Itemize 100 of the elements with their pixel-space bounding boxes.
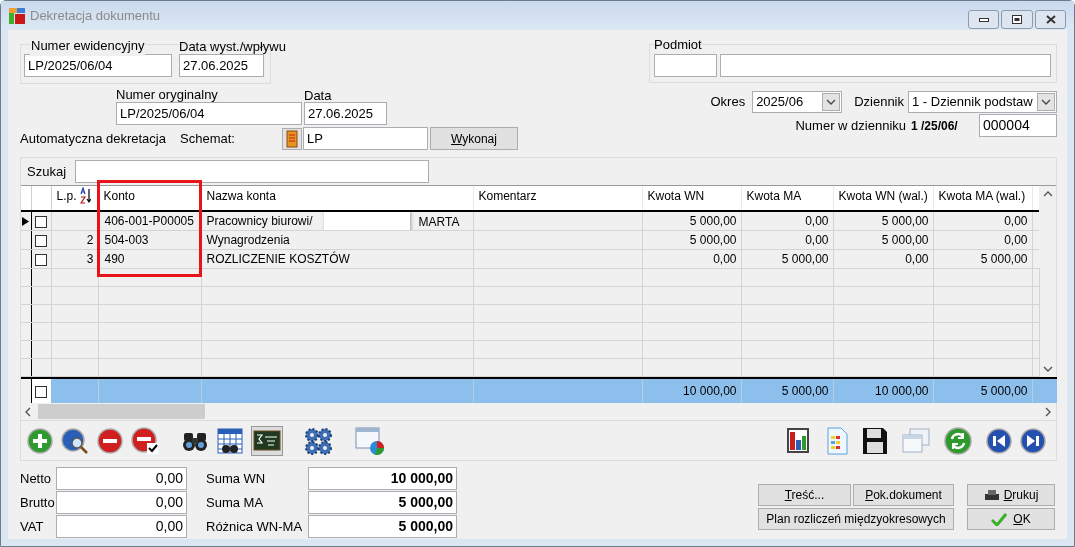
refresh-icon[interactable] <box>944 426 972 455</box>
amount: 5 000,00 <box>781 252 829 266</box>
text-field[interactable] <box>720 54 1051 77</box>
search-icon[interactable] <box>61 427 89 454</box>
checkmark-icon <box>991 512 1008 526</box>
row-number: 3 <box>86 252 94 266</box>
book-icon[interactable] <box>282 127 302 150</box>
dialog-button[interactable]: Treść... <box>758 484 851 506</box>
account-name: ROZLICZENIE KOSZTÓW <box>206 252 350 266</box>
scroll-right-icon[interactable] <box>1045 406 1051 417</box>
total-amount: 5 000,00 <box>781 384 829 398</box>
spreadsheet-icon[interactable] <box>826 426 848 455</box>
maximize-button[interactable] <box>1001 10 1033 29</box>
printer-icon <box>983 489 1000 501</box>
text-field[interactable] <box>654 54 717 77</box>
text-field[interactable]: LP/2025/06/04 <box>24 54 172 77</box>
summary-label: Suma MA <box>206 493 265 512</box>
minimize-icon[interactable] <box>978 17 989 22</box>
amount-field[interactable]: 0,00 <box>56 491 187 514</box>
text-field[interactable]: 000004 <box>979 114 1057 137</box>
sum-field[interactable]: 5 000,00 <box>308 515 457 538</box>
checkbox[interactable] <box>35 385 48 398</box>
scroll-thumb[interactable] <box>38 404 205 419</box>
sort-az-icon[interactable] <box>79 187 91 204</box>
account-name: MARTA <box>418 214 460 230</box>
journal-number-prefix: 1 /25/06/ <box>911 117 959 135</box>
delete-icon[interactable] <box>97 427 123 454</box>
summary-label: Suma WN <box>206 469 267 488</box>
amount: 0,00 <box>805 233 829 247</box>
restore-icon[interactable] <box>1012 15 1022 24</box>
amount: 0,00 <box>1004 214 1028 228</box>
dialog-button[interactable]: Plan rozliczeń międzyokresowych <box>758 508 954 530</box>
amount: 0,00 <box>1004 233 1028 247</box>
table-binoculars-icon[interactable] <box>217 427 243 454</box>
amount: 0,00 <box>805 214 829 228</box>
scroll-down-icon[interactable] <box>1042 366 1053 372</box>
column-header[interactable]: L.p. <box>51 186 98 211</box>
first-record-icon[interactable] <box>986 427 1012 454</box>
amount-field[interactable]: 0,00 <box>56 467 187 490</box>
column-header[interactable]: Kwota MA (wal.) <box>933 186 1032 211</box>
text-field[interactable]: LP <box>303 127 428 150</box>
minimize-button[interactable] <box>968 10 999 29</box>
checkbox[interactable] <box>35 215 47 228</box>
print-button[interactable]: Drukuj <box>967 484 1055 506</box>
account-name: Pracownicy biurowi/ <box>206 214 313 228</box>
checkbox[interactable] <box>35 253 47 266</box>
sum-field[interactable]: 10 000,00 <box>308 467 457 490</box>
date-field[interactable]: 27.06.2025 <box>304 102 387 125</box>
account-number: 504-003 <box>104 233 149 247</box>
text-field[interactable]: LP/2025/06/04 <box>116 102 302 125</box>
total-amount: 5 000,00 <box>980 384 1028 398</box>
field-label: Numer w dzienniku <box>795 116 906 135</box>
summary-label: Różnica WN-MA <box>206 517 304 536</box>
field-label: Schemat: <box>180 129 236 148</box>
ok-button[interactable]: OK <box>967 508 1055 530</box>
column-header[interactable]: Konto <box>98 186 201 211</box>
formula-board-icon[interactable] <box>251 425 283 456</box>
column-header[interactable]: Kwota WN (wal.) <box>833 186 933 211</box>
total-amount: 10 000,00 <box>683 384 737 398</box>
summary-label: VAT <box>20 517 45 536</box>
delete-checked-icon[interactable] <box>131 426 159 455</box>
date-field[interactable]: 27.06.2025 <box>179 54 264 77</box>
column-header[interactable]: Kwota WN <box>642 186 741 211</box>
field-label: Numer oryginalny <box>116 86 219 102</box>
account-number: 490 <box>104 252 125 266</box>
run-button[interactable]: Wykonaj <box>430 127 518 150</box>
row-number: 2 <box>86 233 94 247</box>
field-label: Data <box>304 87 333 103</box>
close-icon[interactable] <box>1045 15 1056 24</box>
save-icon[interactable] <box>862 426 888 455</box>
total-amount: 10 000,00 <box>875 384 929 398</box>
field-label: Okres <box>710 92 746 111</box>
checkbox[interactable] <box>35 234 47 247</box>
amount-field[interactable]: 0,00 <box>56 515 187 538</box>
sum-field[interactable]: 5 000,00 <box>308 491 457 514</box>
field-label: Szukaj <box>27 162 68 181</box>
account-name: Wynagrodzenia <box>206 233 290 247</box>
journal-dropdown[interactable]: 1 - Dziennik podstaw <box>908 90 1057 113</box>
add-icon[interactable] <box>27 427 53 454</box>
dialog-button[interactable]: Pok.dokument <box>853 484 954 506</box>
window-pie-chart-icon[interactable] <box>355 425 385 456</box>
close-button[interactable] <box>1035 10 1066 29</box>
field-label: Podmiot <box>654 36 702 54</box>
column-header[interactable]: Kwota MA <box>741 186 833 211</box>
period-dropdown[interactable]: 2025/06 <box>752 90 843 113</box>
amount: 5 000,00 <box>881 214 929 228</box>
column-header[interactable]: Komentarz <box>473 186 642 211</box>
bar-chart-icon[interactable] <box>786 426 812 455</box>
last-record-icon[interactable] <box>1020 427 1046 454</box>
gears-icon[interactable] <box>303 426 333 455</box>
search-field[interactable] <box>75 160 429 183</box>
scroll-left-icon[interactable] <box>25 406 31 417</box>
window-title: Dekretacja dokumentu <box>30 6 161 25</box>
amount: 5 000,00 <box>980 252 1028 266</box>
column-header[interactable]: Nazwa konta <box>201 186 473 211</box>
amount: 5 000,00 <box>881 233 929 247</box>
scroll-up-icon[interactable] <box>1042 191 1053 197</box>
field-label: Data wyst./wpływu <box>179 38 286 56</box>
amount: 5 000,00 <box>689 233 737 247</box>
field-label: Dziennik <box>854 92 904 111</box>
